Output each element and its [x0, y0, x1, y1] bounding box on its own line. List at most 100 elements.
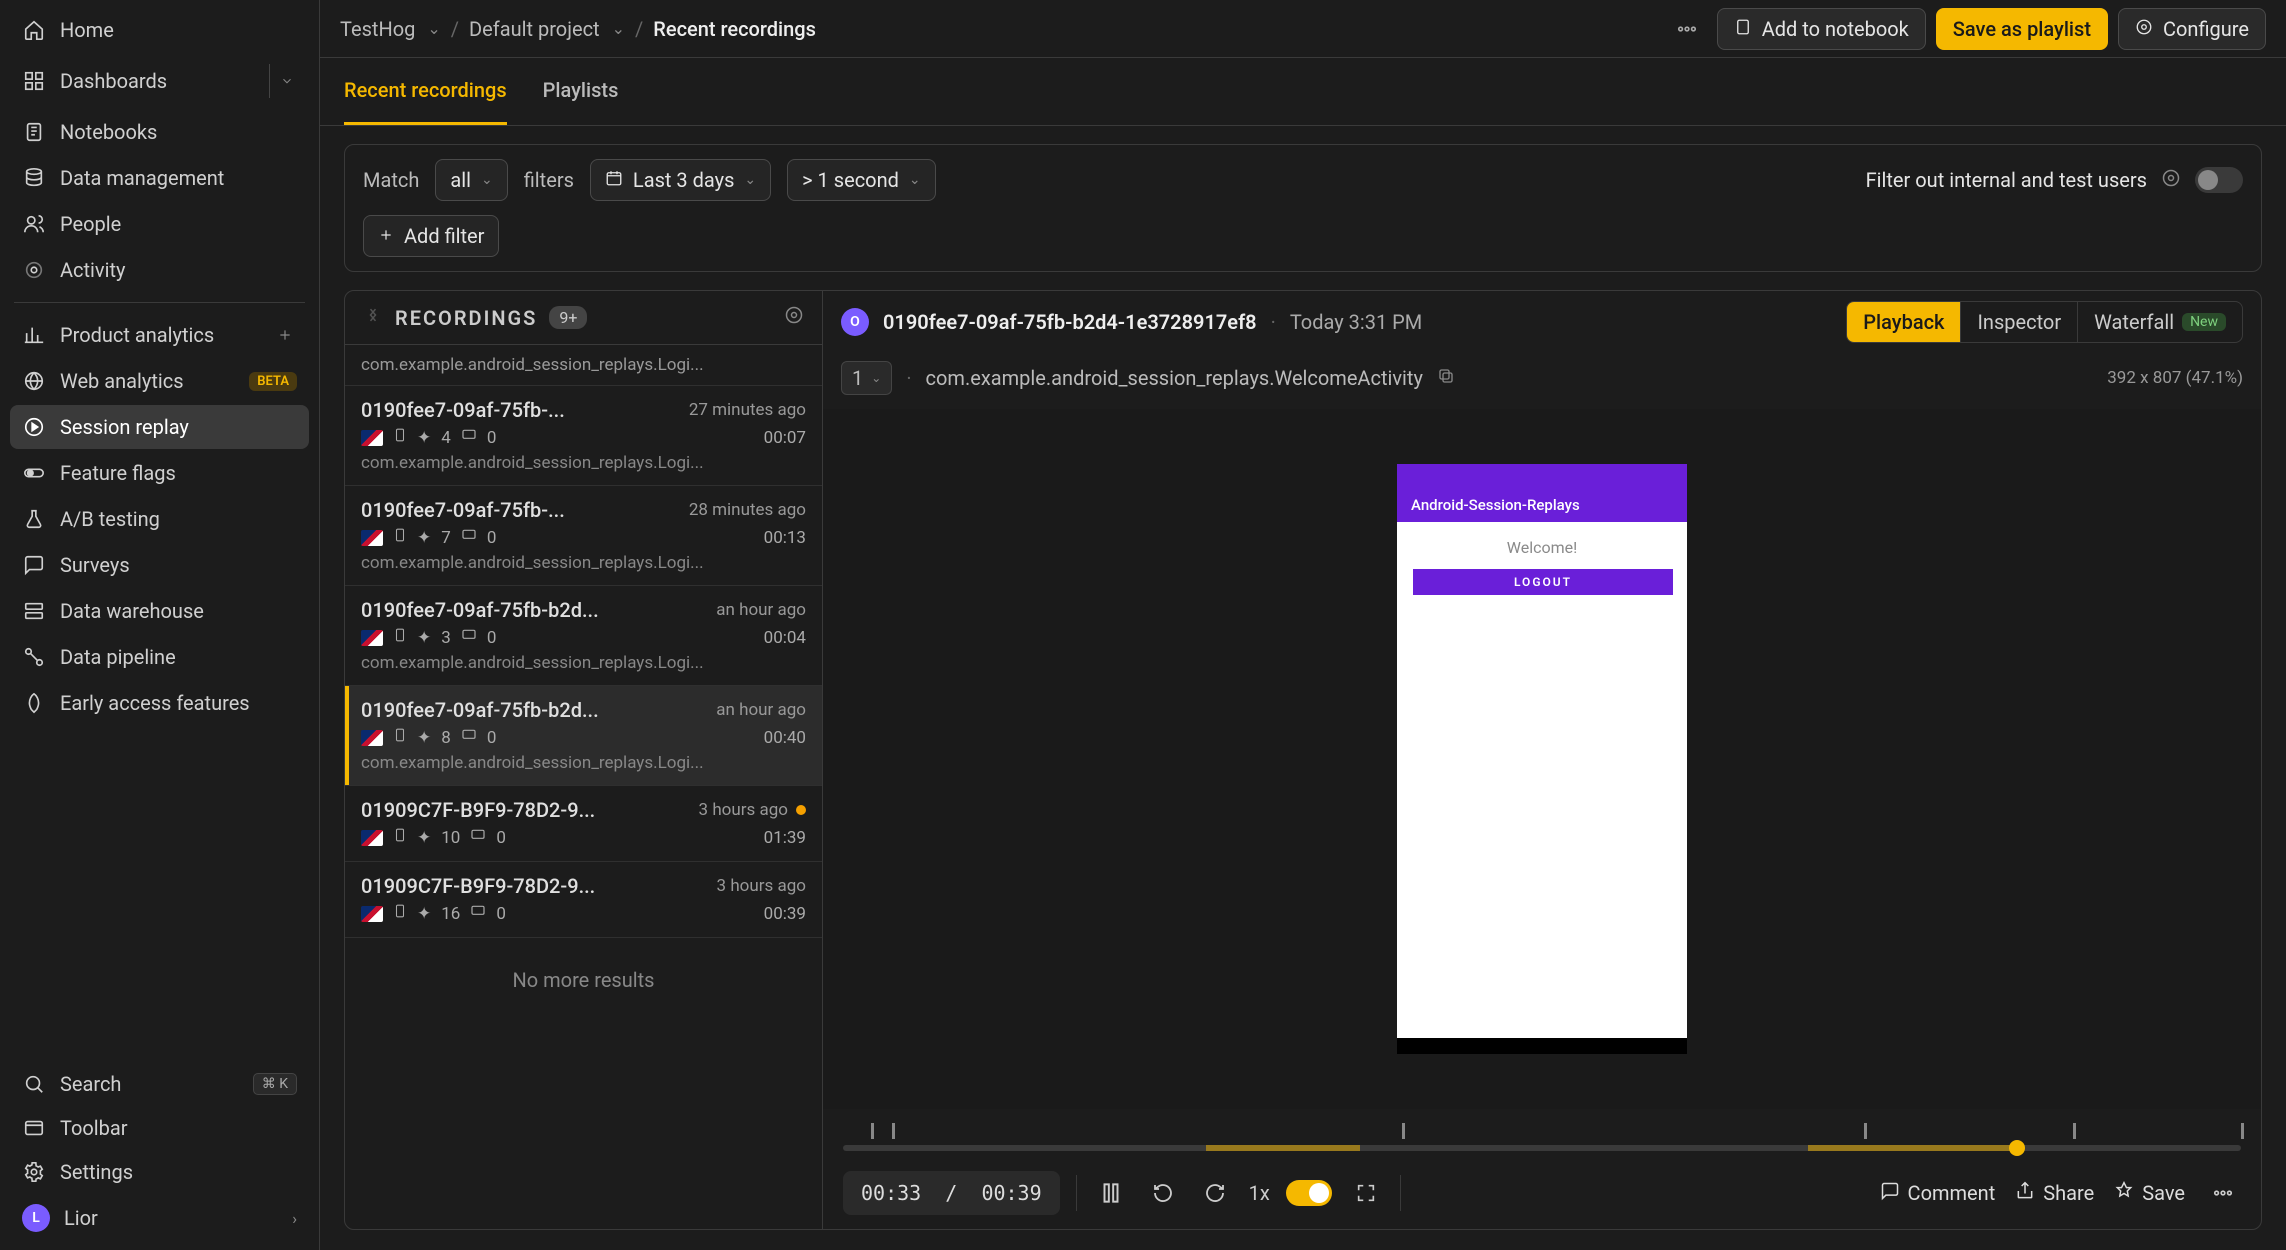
- nav-data-management[interactable]: Data management: [10, 156, 309, 200]
- nav-dashboards[interactable]: Dashboards: [10, 54, 309, 108]
- breadcrumb-page[interactable]: Recent recordings: [653, 17, 816, 41]
- recording-item[interactable]: 0190fee7-09af-75fb-b2d... an hour ago ✦3…: [345, 586, 822, 686]
- duration-select[interactable]: > 1 second⌄: [787, 159, 935, 201]
- tab-playlists[interactable]: Playlists: [543, 58, 619, 125]
- nav-data-warehouse[interactable]: Data warehouse: [10, 589, 309, 633]
- nav-early-access[interactable]: Early access features: [10, 681, 309, 725]
- nav-activity[interactable]: Activity: [10, 248, 309, 292]
- keyboard-shortcut: ⌘ K: [253, 1073, 297, 1095]
- recording-duration: 00:39: [764, 904, 806, 924]
- save-playlist-button[interactable]: Save as playlist: [1936, 8, 2108, 50]
- nav-label: People: [60, 212, 297, 236]
- activity-icon: [22, 258, 46, 282]
- gear-icon[interactable]: [784, 305, 804, 330]
- beta-badge: BETA: [249, 372, 297, 391]
- skip-inactivity-toggle[interactable]: [1286, 1180, 1332, 1206]
- recording-item[interactable]: 01909C7F-B9F9-78D2-9... 3 hours ago ✦10 …: [345, 786, 822, 862]
- recording-id: 01909C7F-B9F9-78D2-9...: [361, 798, 595, 822]
- tab-recent-recordings[interactable]: Recent recordings: [344, 58, 507, 125]
- new-badge: New: [2182, 313, 2226, 331]
- breadcrumb: TestHog⌄ / Default project⌄ / Recent rec…: [340, 17, 816, 41]
- filter-internal-label: Filter out internal and test users: [1866, 168, 2147, 192]
- rewind-10-button[interactable]: [1145, 1175, 1181, 1211]
- flag-icon: [361, 906, 383, 922]
- more-icon[interactable]: [2205, 1175, 2241, 1211]
- timeline-thumb[interactable]: [2009, 1140, 2025, 1156]
- share-button[interactable]: Share: [2015, 1181, 2094, 1206]
- flask-icon: [22, 507, 46, 531]
- copy-icon[interactable]: [1437, 366, 1455, 390]
- notebook-icon: [1734, 17, 1752, 41]
- chat-icon: [461, 427, 477, 448]
- player-controls: 00:33 / 00:39 1x Comment: [823, 1157, 2261, 1229]
- player-subheader: 1⌄ · com.example.android_session_replays…: [823, 353, 2261, 409]
- nav-toolbar[interactable]: Toolbar: [10, 1106, 309, 1150]
- date-range-select[interactable]: Last 3 days⌄: [590, 159, 771, 201]
- plus-icon[interactable]: [273, 323, 297, 347]
- timeline[interactable]: [823, 1109, 2261, 1157]
- phone-frame: Android-Session-Replays Welcome! LOGOUT: [1397, 464, 1687, 1054]
- pause-button[interactable]: [1093, 1175, 1129, 1211]
- nav-web-analytics[interactable]: Web analytics BETA: [10, 359, 309, 403]
- recording-duration: 00:04: [764, 628, 806, 648]
- filter-panel: Match all⌄ filters Last 3 days⌄ > 1 seco…: [344, 144, 2262, 272]
- playback-speed[interactable]: 1x: [1249, 1181, 1270, 1205]
- nav-label: Toolbar: [60, 1116, 297, 1140]
- viewport-dimensions: 392 x 807 (47.1%): [2107, 368, 2243, 388]
- phone-icon: [393, 826, 407, 849]
- logout-button: LOGOUT: [1413, 569, 1673, 595]
- recording-item[interactable]: 0190fee7-09af-75fb-... 28 minutes ago ✦7…: [345, 486, 822, 586]
- seg-inspector[interactable]: Inspector: [1960, 302, 2077, 342]
- phone-icon: [393, 902, 407, 925]
- filter-internal-toggle[interactable]: [2195, 167, 2243, 193]
- forward-10-button[interactable]: [1197, 1175, 1233, 1211]
- nav-home[interactable]: Home: [10, 8, 309, 52]
- recording-item[interactable]: 01909C7F-B9F9-78D2-9... 3 hours ago ✦16 …: [345, 862, 822, 938]
- nav-people[interactable]: People: [10, 202, 309, 246]
- timeline-track[interactable]: [843, 1145, 2241, 1151]
- nav-label: Activity: [60, 258, 297, 282]
- player-mode-segment: Playback Inspector Waterfall New: [1846, 301, 2243, 343]
- nav-session-replay[interactable]: Session replay: [10, 405, 309, 449]
- recording-item[interactable]: 0190fee7-09af-75fb-b2d... an hour ago ✦8…: [345, 686, 822, 786]
- seg-waterfall[interactable]: Waterfall New: [2077, 302, 2242, 342]
- seg-playback[interactable]: Playback: [1847, 302, 1960, 342]
- nav-settings[interactable]: Settings: [10, 1150, 309, 1194]
- nav-product-analytics[interactable]: Product analytics: [10, 313, 309, 357]
- more-icon[interactable]: [1667, 9, 1707, 49]
- no-more-results: No more results: [345, 938, 822, 1022]
- nav-feature-flags[interactable]: Feature flags: [10, 451, 309, 495]
- add-filter-button[interactable]: Add filter: [363, 215, 499, 257]
- nav-user[interactable]: L Lior ›: [10, 1194, 309, 1242]
- activity-name: com.example.android_session_replays.Welc…: [926, 366, 1423, 390]
- pipeline-icon: [22, 645, 46, 669]
- add-to-notebook-button[interactable]: Add to notebook: [1717, 8, 1926, 50]
- nav-label: Home: [60, 18, 297, 42]
- fullscreen-button[interactable]: [1348, 1175, 1384, 1211]
- window-select[interactable]: 1⌄: [841, 361, 892, 395]
- breadcrumb-org[interactable]: TestHog⌄: [340, 17, 441, 41]
- bar-chart-icon: [22, 323, 46, 347]
- match-label: Match: [363, 168, 419, 192]
- comment-button[interactable]: Comment: [1880, 1181, 1996, 1206]
- chat-icon: [470, 827, 486, 848]
- nav-search[interactable]: Search ⌘ K: [10, 1062, 309, 1106]
- nav-label: Data warehouse: [60, 599, 297, 623]
- expand-icon[interactable]: [269, 64, 303, 98]
- session-date: Today 3:31 PM: [1290, 310, 1422, 334]
- match-select[interactable]: all⌄: [435, 159, 507, 201]
- nav-ab-testing[interactable]: A/B testing: [10, 497, 309, 541]
- save-button[interactable]: Save: [2114, 1181, 2185, 1206]
- recording-item[interactable]: 0190fee7-09af-75fb-... 27 minutes ago ✦4…: [345, 386, 822, 486]
- configure-button[interactable]: Configure: [2118, 8, 2266, 50]
- collapse-icon[interactable]: [363, 305, 383, 330]
- gear-icon[interactable]: [2161, 168, 2181, 193]
- replay-canvas[interactable]: Android-Session-Replays Welcome! LOGOUT: [823, 409, 2261, 1109]
- chat-icon: [461, 527, 477, 548]
- breadcrumb-project[interactable]: Default project⌄: [469, 17, 625, 41]
- nav-surveys[interactable]: Surveys: [10, 543, 309, 587]
- nav-data-pipeline[interactable]: Data pipeline: [10, 635, 309, 679]
- nav-notebooks[interactable]: Notebooks: [10, 110, 309, 154]
- recording-duration: 00:13: [764, 528, 806, 548]
- recording-path: com.example.android_session_replays.Logi…: [361, 453, 806, 473]
